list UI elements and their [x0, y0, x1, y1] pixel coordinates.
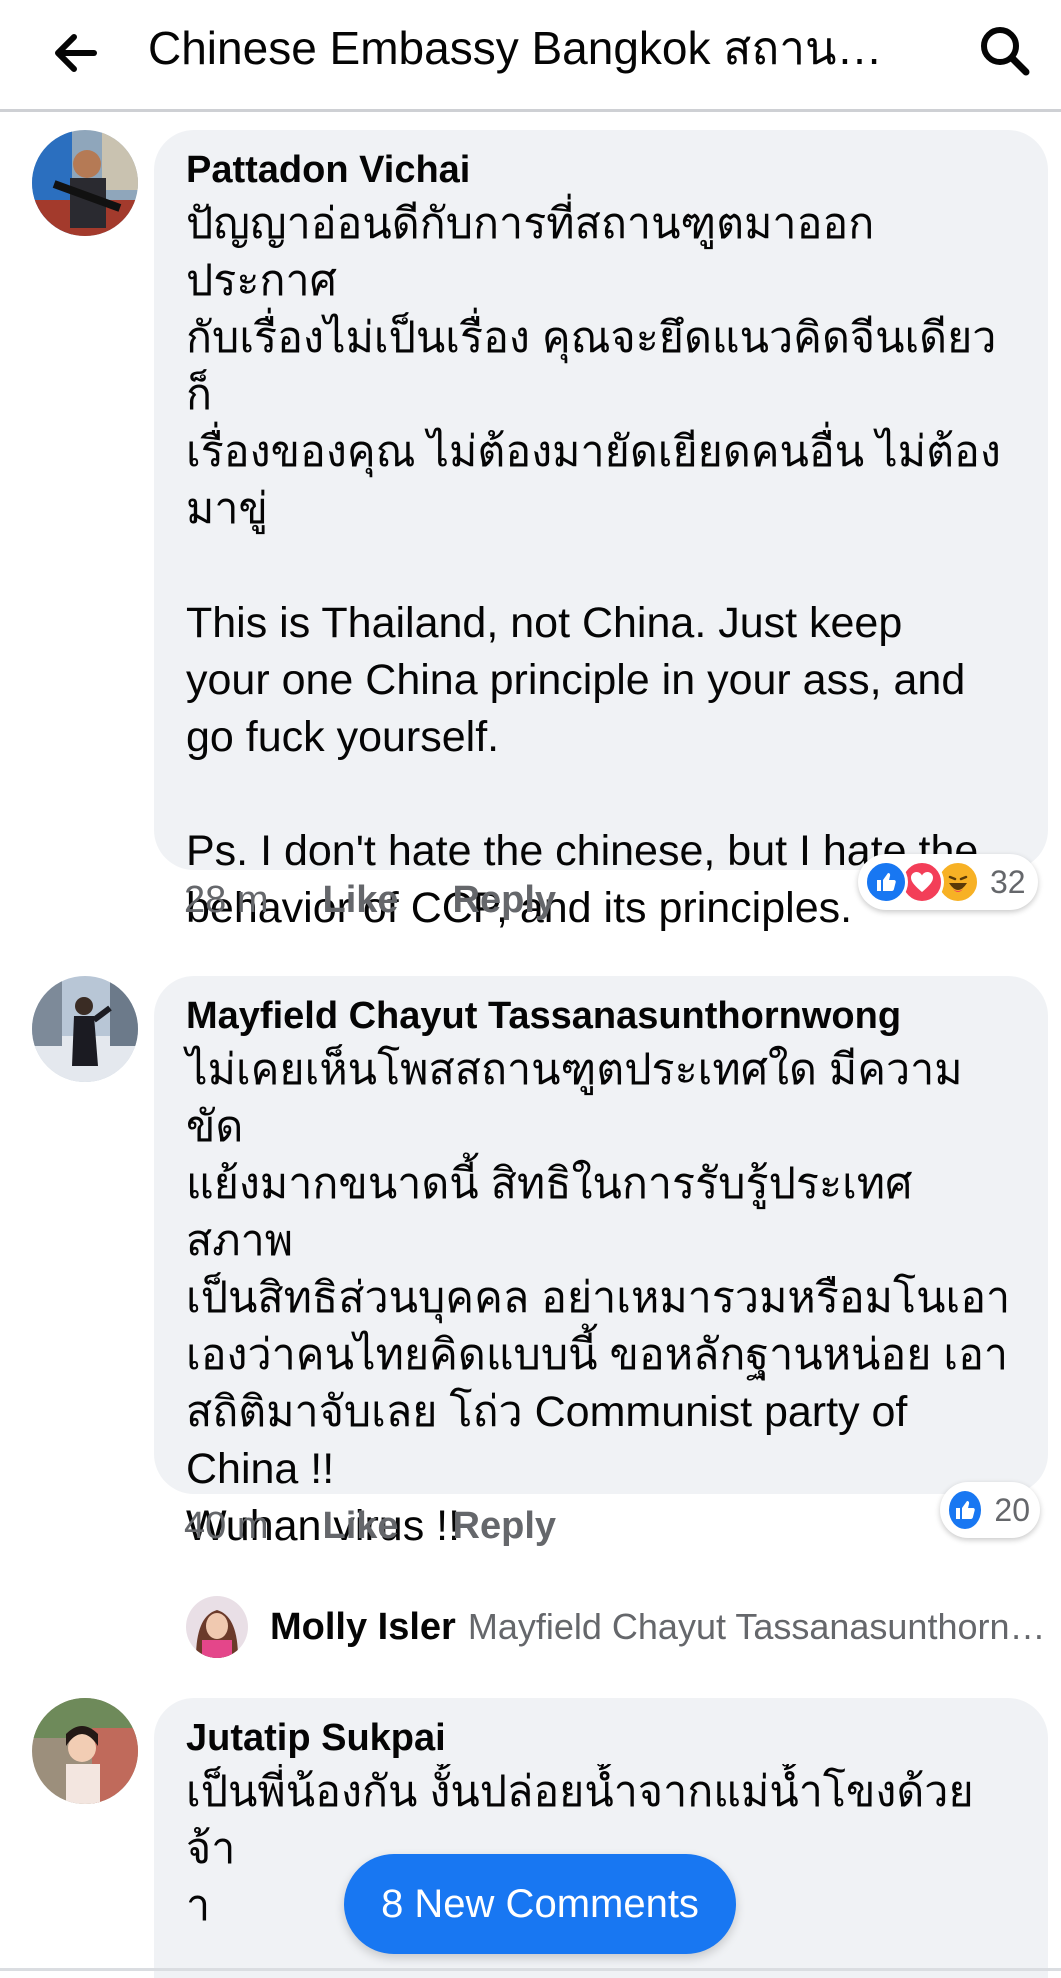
- avatar[interactable]: [32, 130, 138, 236]
- comment-text: ไม่เคยเห็นโพสสถานฑูตประเทศใด มีความขัด แ…: [186, 1046, 1011, 1550]
- top-bar: Chinese Embassy Bangkok สถานเอกอัครราชทู…: [0, 0, 1061, 112]
- reaction-count: 32: [990, 863, 1026, 900]
- reply-author[interactable]: Molly Isler: [270, 1606, 456, 1649]
- avatar-photo-icon: [186, 1596, 248, 1658]
- comment-bubble: Pattadon Vichai ปัญญาอ่อนดีกับการที่สถาน…: [154, 130, 1048, 932]
- search-icon: [981, 27, 1030, 76]
- avatar-photo-icon: [32, 130, 138, 236]
- back-button[interactable]: [42, 20, 108, 86]
- avatar-photo-icon: [32, 976, 138, 1082]
- reply-preview[interactable]: Molly Isler Mayfield Chayut Tassanasunth…: [186, 1592, 1046, 1662]
- comment-author[interactable]: Jutatip Sukpai: [186, 1716, 1016, 1760]
- like-button[interactable]: Like: [322, 879, 398, 922]
- divider: [0, 1968, 1061, 1971]
- page-title: Chinese Embassy Bangkok สถานเอกอัครราชทู…: [148, 22, 888, 74]
- avatar[interactable]: [32, 1698, 138, 1804]
- reply-button[interactable]: Reply: [453, 879, 556, 922]
- like-button[interactable]: Like: [322, 1505, 398, 1548]
- comment-timestamp[interactable]: 40 m: [184, 1505, 268, 1548]
- like-reaction-icon: [864, 860, 908, 904]
- comment-actions: 40 m Like Reply: [184, 1500, 610, 1552]
- new-comments-button[interactable]: 8 New Comments: [344, 1854, 736, 1954]
- avatar[interactable]: [32, 976, 138, 1082]
- comment-author[interactable]: Mayfield Chayut Tassanasunthornwong: [186, 994, 1016, 1038]
- reaction-count: 20: [994, 1491, 1030, 1528]
- comment-actions: 28 m Like Reply: [184, 874, 610, 926]
- comment-text: ปัญญาอ่อนดีกับการที่สถานฑูตมาออกประกาศ ก…: [186, 200, 1001, 932]
- comment-author[interactable]: Pattadon Vichai: [186, 148, 1016, 192]
- avatar[interactable]: [186, 1596, 248, 1658]
- comment-timestamp[interactable]: 28 m: [184, 879, 268, 922]
- avatar-photo-icon: [32, 1698, 138, 1804]
- comment-bubble: Mayfield Chayut Tassanasunthornwong ไม่เ…: [154, 976, 1048, 1550]
- search-button[interactable]: [972, 18, 1038, 84]
- arrow-left-icon: [55, 34, 97, 72]
- like-reaction-icon: [946, 1488, 985, 1532]
- reaction-summary[interactable]: 32: [858, 854, 1038, 910]
- reply-button[interactable]: Reply: [453, 1505, 556, 1548]
- reply-preview-text: Mayfield Chayut Tassanasunthornwong: [467, 1606, 1046, 1647]
- reaction-summary[interactable]: 20: [940, 1482, 1040, 1538]
